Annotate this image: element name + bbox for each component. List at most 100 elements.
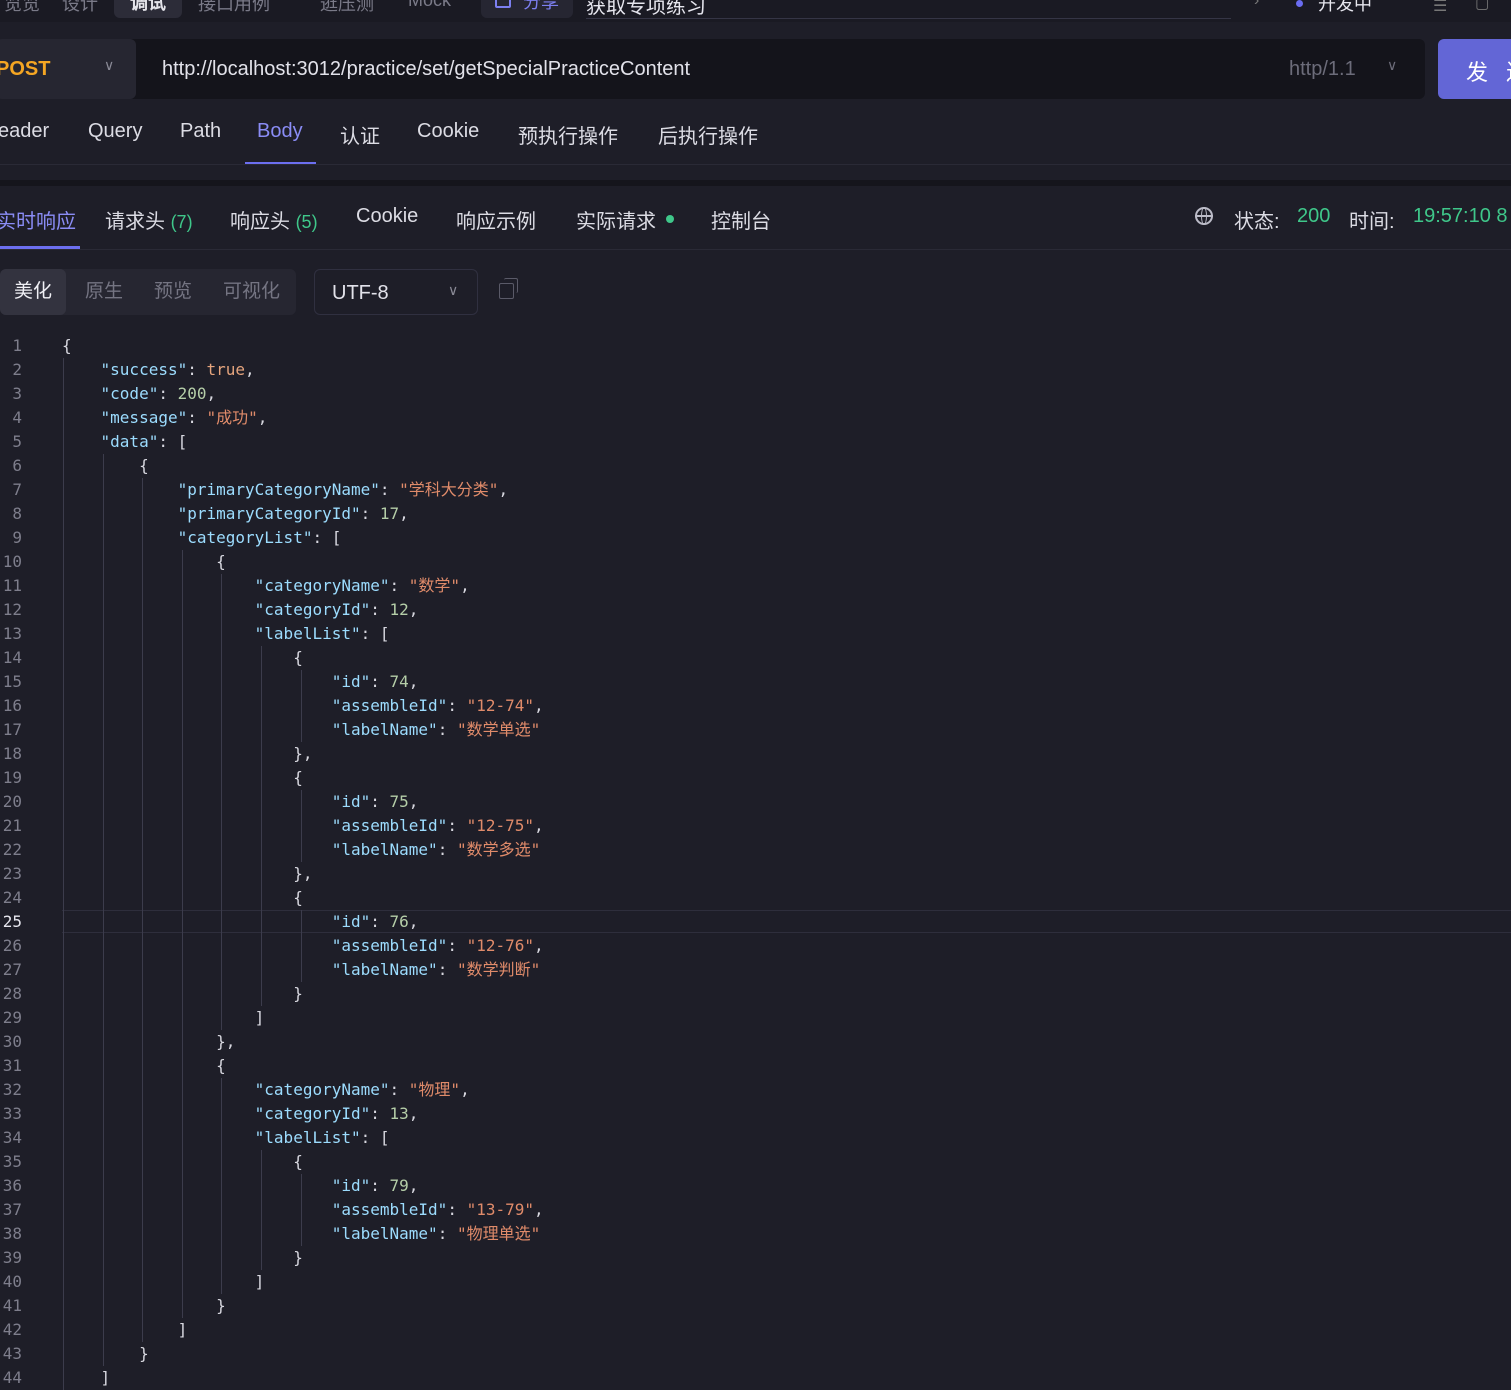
view-visualize-button[interactable]: 可视化 xyxy=(223,269,280,315)
tab-debug[interactable]: 调试 xyxy=(114,0,182,18)
chevron-down-icon: ∨ xyxy=(1387,57,1398,73)
code-line: 6 { xyxy=(0,454,1511,478)
line-number: 33 xyxy=(2,1104,22,1123)
send-button[interactable]: 发 送 xyxy=(1438,39,1511,99)
line-number: 19 xyxy=(2,768,22,787)
save-icon[interactable]: ▢ xyxy=(1475,0,1489,12)
view-preview-button[interactable]: 预览 xyxy=(154,269,192,315)
share-button[interactable]: 分享 xyxy=(481,0,573,18)
encoding-value: UTF-8 xyxy=(332,282,389,304)
environment-status-dot xyxy=(1296,0,1303,7)
encoding-select[interactable]: UTF-8 ∨ xyxy=(314,269,478,315)
code-line: 1{ xyxy=(0,334,1511,358)
tab-console[interactable]: 控制台 xyxy=(711,205,771,234)
tab-mock[interactable]: Mock xyxy=(408,0,451,11)
tab-live-response[interactable]: 实时响应 xyxy=(0,205,76,234)
api-name-input[interactable]: 获取专项练习 xyxy=(586,0,706,19)
view-raw-button[interactable]: 原生 xyxy=(85,269,123,315)
tab-auth[interactable]: 认证 xyxy=(340,120,380,149)
protocol-select[interactable]: http/1.1 xyxy=(1289,58,1356,81)
tab-response-cookie[interactable]: Cookie xyxy=(356,205,418,228)
code-line: 21 "assembleId": "12-75", xyxy=(0,814,1511,838)
code-text: } xyxy=(216,1296,226,1315)
line-number: 24 xyxy=(2,888,22,907)
code-line: 5 "data": [ xyxy=(0,430,1511,454)
line-number: 10 xyxy=(2,552,22,571)
line-number: 6 xyxy=(12,456,22,475)
tab-actual-request[interactable]: 实际请求 xyxy=(576,205,656,234)
tab-body[interactable]: Body xyxy=(257,120,303,143)
tab-label: 请求头 xyxy=(105,211,165,233)
panel-resize-handle[interactable] xyxy=(0,180,1511,186)
indent-guide xyxy=(300,910,302,982)
code-text: "categoryId": 13, xyxy=(254,1104,419,1123)
code-line: 22 "labelName": "数学多选" xyxy=(0,838,1511,862)
view-pretty-button[interactable]: 美化 xyxy=(0,269,67,315)
line-number: 8 xyxy=(12,504,22,523)
url-input[interactable]: http://localhost:3012/practice/set/getSp… xyxy=(162,58,690,81)
line-number: 2 xyxy=(12,360,22,379)
code-line: 29 ] xyxy=(0,1006,1511,1030)
code-text: }, xyxy=(216,1032,236,1051)
tab-response-headers[interactable]: 响应头 (5) xyxy=(230,205,318,234)
share-icon xyxy=(495,0,511,8)
code-line: 31 { xyxy=(0,1054,1511,1078)
line-number: 15 xyxy=(2,672,22,691)
code-line: 16 "assembleId": "12-74", xyxy=(0,694,1511,718)
tab-pre-script[interactable]: 预执行操作 xyxy=(518,120,618,149)
line-number: 44 xyxy=(2,1368,22,1387)
code-line: 13 "labelList": [ xyxy=(0,622,1511,646)
code-text: } xyxy=(139,1344,149,1363)
tab-stress-test[interactable]: 逛压测 xyxy=(320,0,374,16)
tab-query[interactable]: Query xyxy=(88,120,142,143)
code-line: 35 { xyxy=(0,1150,1511,1174)
globe-icon[interactable] xyxy=(1195,207,1213,225)
code-text: "id": 76, xyxy=(331,912,419,931)
environment-selector[interactable]: 开发中 xyxy=(1318,0,1372,16)
line-number: 16 xyxy=(2,696,22,715)
line-number: 37 xyxy=(2,1200,22,1219)
method-select[interactable]: POST ∨ xyxy=(0,39,136,99)
line-number: 41 xyxy=(2,1296,22,1315)
code-line: 44 ] xyxy=(0,1366,1511,1390)
line-number: 43 xyxy=(2,1344,22,1363)
tab-design[interactable]: 设计 xyxy=(62,0,98,16)
status-label: 状态: xyxy=(1234,211,1280,233)
code-text: "labelList": [ xyxy=(254,1128,390,1147)
indent-guide xyxy=(300,790,302,862)
chevron-right-icon[interactable]: › xyxy=(1254,0,1259,10)
indent-guide xyxy=(221,574,223,1030)
response-body-viewer[interactable]: 1{2 "success": true, 3 "code": 200, 4 "mes… xyxy=(0,334,1511,1390)
tab-request-headers[interactable]: 请求头 (7) xyxy=(105,205,193,234)
line-number: 40 xyxy=(2,1272,22,1291)
code-line: 37 "assembleId": "13-79", xyxy=(0,1198,1511,1222)
indent-guide xyxy=(261,646,262,1006)
line-number: 31 xyxy=(2,1056,22,1075)
line-number: 35 xyxy=(2,1152,22,1171)
line-number: 9 xyxy=(12,528,22,547)
code-line: 40 ] xyxy=(0,1270,1511,1294)
tab-overview[interactable]: 览览 xyxy=(4,0,40,16)
line-number: 4 xyxy=(12,408,22,427)
code-text: "assembleId": "13-79", xyxy=(331,1200,544,1219)
tab-post-script[interactable]: 后执行操作 xyxy=(658,120,758,149)
tab-path[interactable]: Path xyxy=(180,120,221,143)
copy-icon[interactable] xyxy=(499,278,518,299)
code-line: 14 { xyxy=(0,646,1511,670)
tab-test-cases[interactable]: 接口用例 xyxy=(198,0,270,16)
code-line: 18 }, xyxy=(0,742,1511,766)
code-text: "categoryList": [ xyxy=(177,528,342,547)
code-text: "assembleId": "12-74", xyxy=(331,696,544,715)
tab-header[interactable]: eader xyxy=(0,120,49,143)
line-number: 18 xyxy=(2,744,22,763)
code-text: ] xyxy=(177,1320,188,1339)
tab-cookie[interactable]: Cookie xyxy=(417,120,479,143)
tab-response-examples[interactable]: 响应示例 xyxy=(456,205,536,234)
menu-icon[interactable]: ☰ xyxy=(1433,0,1447,16)
indent-guide xyxy=(300,1174,302,1246)
code-text: "categoryName": "数学", xyxy=(254,576,470,595)
line-number: 42 xyxy=(2,1320,22,1339)
code-text: "categoryId": 12, xyxy=(254,600,419,619)
time-label: 时间: xyxy=(1349,211,1395,233)
code-text: ] xyxy=(254,1008,265,1027)
